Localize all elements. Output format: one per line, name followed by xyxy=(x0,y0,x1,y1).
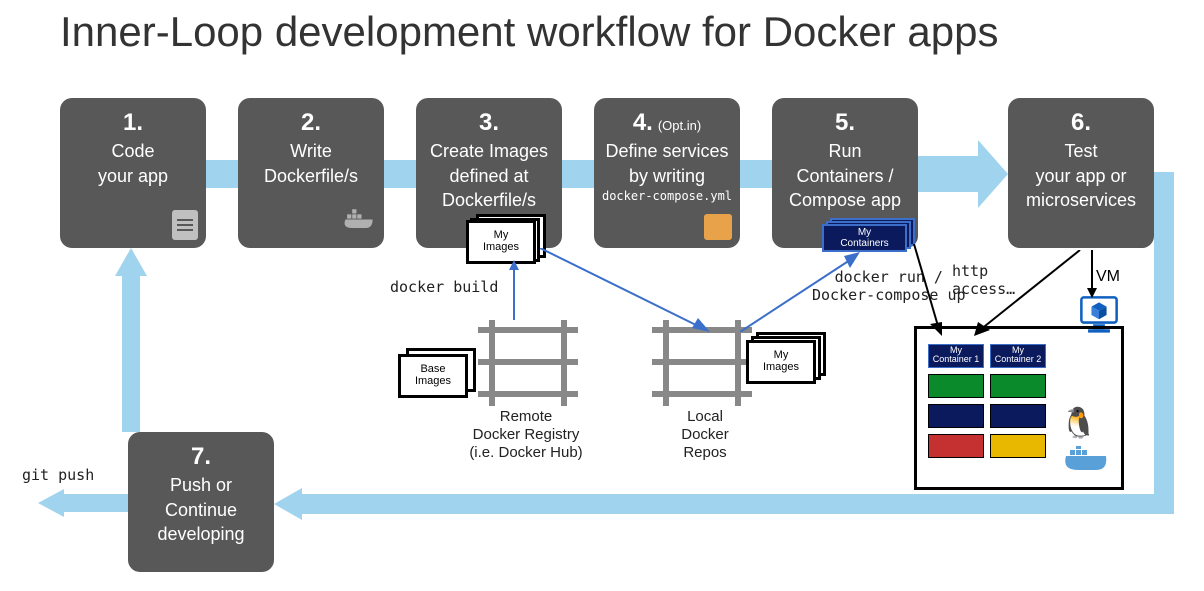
docker-whale-icon xyxy=(1062,446,1110,480)
step-number: 6. xyxy=(1071,108,1091,138)
step-line: your app xyxy=(98,165,168,188)
arrow-1-2 xyxy=(206,160,238,188)
step-line: developing xyxy=(157,523,244,546)
arrow-5-6-shaft xyxy=(918,156,978,192)
step-line: Define services xyxy=(605,140,728,163)
step-7-push-continue: 7. Push or Continue developing xyxy=(128,432,274,572)
vm-cell-navy-l xyxy=(928,404,984,428)
step-number: 4. (Opt.in) xyxy=(633,108,701,138)
step-number: 1. xyxy=(123,108,143,138)
step-yml: docker-compose.yml xyxy=(602,189,732,204)
arrow-5-6-head xyxy=(978,140,1008,208)
base-images-card: Base Images xyxy=(398,354,468,398)
vm-cell-green-l xyxy=(928,374,984,398)
my-images-card: My Images xyxy=(466,220,536,264)
step-line: defined at xyxy=(449,165,528,188)
step-4-define-services: 4. (Opt.in) Define services by writing d… xyxy=(594,98,740,248)
arrow-3-4 xyxy=(562,160,594,188)
step-line: Test xyxy=(1064,140,1097,163)
step-line: Write xyxy=(290,140,332,163)
caption-remote-registry: Remote Docker Registry (i.e. Docker Hub) xyxy=(446,408,606,462)
diagram-title: Inner-Loop development workflow for Dock… xyxy=(60,8,998,56)
my-containers-card: My Containers xyxy=(822,224,907,252)
step-number: 2. xyxy=(301,108,321,138)
vm-container-1-label: My Container 1 xyxy=(928,346,984,364)
arrow-remote-to-myimages xyxy=(504,260,524,320)
step-line: Dockerfile/s xyxy=(442,189,536,212)
step-line: Code xyxy=(111,140,154,163)
arrow-7-1-head xyxy=(115,248,147,276)
arrow-git-push-shaft xyxy=(64,494,128,512)
step-6-test-app: 6. Test your app or microservices xyxy=(1008,98,1154,248)
arrow-containers-to-vm xyxy=(908,238,948,338)
vm-cell-red xyxy=(928,434,984,458)
step-line: Continue xyxy=(165,499,237,522)
arrow-loop-head-to7 xyxy=(274,488,302,520)
tux-icon: 🐧 xyxy=(1060,406,1097,441)
compose-icon xyxy=(704,214,732,240)
vm-cell-green-r xyxy=(990,374,1046,398)
step-line: Dockerfile/s xyxy=(264,165,358,188)
arrow-loop-down xyxy=(1154,172,1174,514)
step-number: 7. xyxy=(191,442,211,472)
vm-cell-yellow xyxy=(990,434,1046,458)
step-line: Push or xyxy=(170,474,232,497)
my-images-card-local: My Images xyxy=(746,340,816,384)
label-docker-build: docker build xyxy=(390,278,498,296)
arrow-myimages-to-local xyxy=(540,248,710,338)
vm-cell-navy-r xyxy=(990,404,1046,428)
arrow-7-1-shaft xyxy=(122,276,140,432)
arrow-git-push-head xyxy=(38,489,64,517)
step-1-code-app: 1. Code your app xyxy=(60,98,206,248)
arrow-loop-left xyxy=(302,494,1174,514)
document-icon xyxy=(172,210,198,240)
caption-local-repos: Local Docker Repos xyxy=(660,408,750,462)
step-number: 5. xyxy=(835,108,855,138)
step-line: Create Images xyxy=(430,140,548,163)
step-2-write-dockerfile: 2. Write Dockerfile/s xyxy=(238,98,384,248)
arrow-4-5 xyxy=(740,160,772,188)
arrow-6-to-vm-right xyxy=(1072,250,1112,330)
step-line: microservices xyxy=(1026,189,1136,212)
step-line: Containers / xyxy=(796,165,893,188)
step-line: Compose app xyxy=(789,189,901,212)
step-line: your app or xyxy=(1035,165,1126,188)
step-line: Run xyxy=(828,140,861,163)
vm-container-2-label: My Container 2 xyxy=(990,346,1046,364)
step-number: 3. xyxy=(479,108,499,138)
docker-whale-icon xyxy=(342,209,376,241)
step-line: by writing xyxy=(629,165,705,188)
arrow-2-3 xyxy=(384,160,416,188)
label-git-push: git push xyxy=(22,466,94,484)
